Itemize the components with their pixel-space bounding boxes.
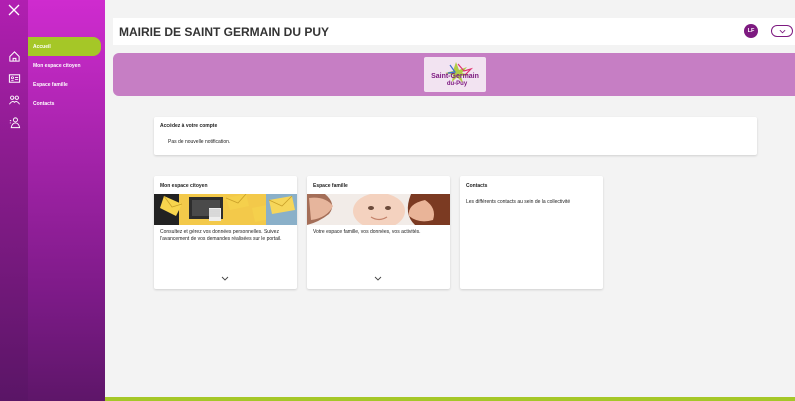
- user-menu-toggle[interactable]: [771, 25, 793, 37]
- tile-description: Votre espace famille, vos données, vos a…: [313, 229, 421, 235]
- id-card-icon[interactable]: [6, 70, 22, 86]
- sidebar-item-contacts[interactable]: Contacts: [28, 94, 105, 113]
- chevron-down-icon[interactable]: [221, 276, 229, 282]
- municipality-logo: Saint-Germain du-Puy: [424, 57, 486, 92]
- tile-mon-espace-citoyen[interactable]: Mon espace citoyen Consultez et gérez vo…: [154, 176, 297, 289]
- svg-text:Saint-Germain: Saint-Germain: [431, 73, 479, 80]
- tile-description: Les différents contacts au sein de la co…: [466, 199, 571, 205]
- sidebar-item-label: Espace famille: [33, 81, 68, 88]
- sidebar: Accueil Mon espace citoyen Espace famill…: [0, 0, 105, 401]
- notification-title: Accédez à votre compte: [160, 123, 218, 129]
- avatar[interactable]: LF: [744, 24, 758, 38]
- page-title: MAIRIE DE SAINT GERMAIN DU PUY: [119, 24, 330, 39]
- sidebar-item-accueil[interactable]: Accueil: [28, 37, 101, 56]
- close-icon[interactable]: [6, 2, 22, 18]
- tile-title: Mon espace citoyen: [160, 183, 208, 189]
- notification-text: Pas de nouvelle notification.: [168, 139, 231, 145]
- top-header: MAIRIE DE SAINT GERMAIN DU PUY LF: [113, 18, 795, 45]
- sidebar-item-label: Contacts: [33, 100, 55, 107]
- account-notification-card: Accédez à votre compte Pas de nouvelle n…: [154, 117, 757, 155]
- sidebar-icon-rail: [0, 0, 28, 401]
- sidebar-item-label: Accueil: [33, 43, 51, 50]
- tile-contacts[interactable]: Contacts Les différents contacts au sein…: [460, 176, 603, 289]
- chevron-down-icon[interactable]: [374, 276, 382, 282]
- tile-image-citoyen: [154, 194, 297, 225]
- footer-accent-bar: [105, 397, 795, 401]
- tile-espace-famille[interactable]: Espace famille Votre espace famille, vos…: [307, 176, 450, 289]
- sidebar-item-espace-famille[interactable]: Espace famille: [28, 75, 105, 94]
- sidebar-item-label: Mon espace citoyen: [33, 62, 81, 69]
- svg-text:du-Puy: du-Puy: [447, 81, 468, 87]
- tile-title: Espace famille: [313, 183, 348, 189]
- sidebar-item-mon-espace-citoyen[interactable]: Mon espace citoyen: [28, 56, 105, 75]
- tile-image-famille: [307, 194, 450, 225]
- contacts-icon[interactable]: [6, 114, 22, 130]
- family-icon[interactable]: [6, 92, 22, 108]
- tile-description: Consultez et gérez vos données personnel…: [160, 229, 282, 242]
- banner: Saint-Germain du-Puy: [113, 53, 795, 96]
- chevron-down-icon: [779, 29, 785, 33]
- tile-title: Contacts: [466, 183, 488, 189]
- home-icon[interactable]: [6, 48, 22, 64]
- sidebar-menu: Accueil Mon espace citoyen Espace famill…: [28, 0, 105, 401]
